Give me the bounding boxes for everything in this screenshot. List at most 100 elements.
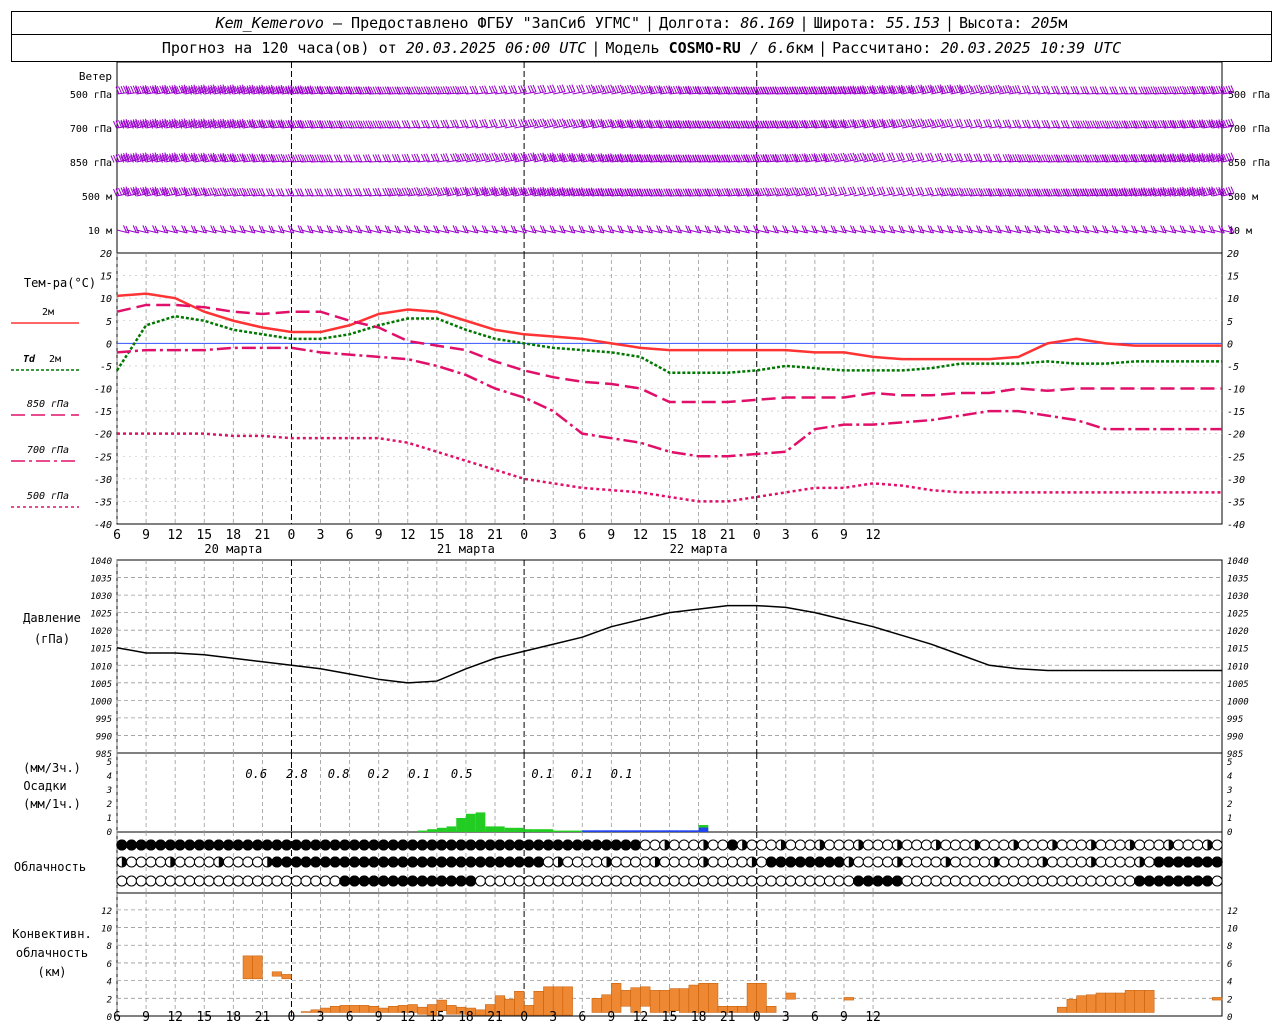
temp-tick-left: 10	[100, 294, 112, 305]
pressure-tick-right: 1020	[1227, 627, 1249, 637]
cloud-symbol	[1046, 875, 1058, 887]
cloud-symbol	[872, 856, 884, 868]
cloud-symbol-full	[300, 856, 312, 868]
wind-barb-feather	[597, 119, 602, 127]
hour-tick-label: 3	[549, 528, 557, 543]
cloud-symbol	[1066, 856, 1078, 868]
hour-tick-label-bottom: 3	[317, 1010, 325, 1024]
cloud-symbol-full	[1192, 875, 1204, 887]
wind-barb-feather	[471, 153, 476, 161]
cloud-symbol	[833, 875, 845, 887]
wind-barb-feather	[895, 187, 900, 195]
cloud-symbol	[649, 839, 661, 851]
wind-barb-feather	[915, 153, 920, 161]
wind-barb-feather	[908, 187, 913, 195]
cloud-symbol	[785, 875, 797, 887]
cloud-symbol	[232, 856, 244, 868]
cloud-symbol-full	[484, 839, 496, 851]
precip-total-label: 0.8	[328, 767, 350, 781]
cloud-symbol	[814, 875, 826, 887]
precip-bar-rain	[524, 829, 534, 832]
wind-barb-feather	[498, 85, 503, 94]
temp-tick-right: -35	[1227, 497, 1245, 508]
pressure-tick-left: 1015	[90, 645, 112, 655]
cloud-symbol	[145, 856, 157, 868]
cloud-symbol	[717, 856, 729, 868]
calc-time: 20.03.2025 10:39 UTC	[940, 39, 1122, 57]
wind-barb-feather	[595, 85, 600, 93]
wind-barb-feather	[581, 84, 586, 92]
precip-bar-snow	[621, 830, 631, 832]
wind-barb-feather	[501, 85, 505, 93]
cloud-symbol-full	[523, 839, 535, 851]
precip-bar-rain	[562, 830, 573, 832]
cloud-symbol	[290, 875, 302, 887]
model-res-unit: км	[795, 39, 814, 57]
hour-tick-label-bottom: 12	[167, 1010, 183, 1024]
cloud-symbol	[329, 875, 341, 887]
wind-barb-feather	[510, 85, 515, 93]
wind-barb-feather	[879, 186, 884, 195]
wind-barb-feather	[920, 186, 925, 195]
wind-barb-feather	[895, 119, 900, 127]
wind-barb-feather	[566, 119, 571, 127]
pressure-tick-left: 1040	[90, 557, 112, 567]
wind-barb-feather	[503, 118, 508, 127]
wind-barb-feather	[828, 187, 833, 195]
cloud-symbol-full	[387, 856, 399, 868]
convective-bar	[417, 1006, 428, 1015]
hour-tick-label-bottom: 0	[753, 1010, 761, 1024]
cloud-symbol	[1066, 875, 1078, 887]
cloud-symbol	[1124, 875, 1136, 887]
conv-tick-left: 6	[107, 960, 112, 970]
cloud-symbol	[736, 856, 748, 868]
cloud-symbol-full	[504, 839, 516, 851]
cloud-symbol	[242, 856, 254, 868]
cloud-symbol-full	[164, 839, 176, 851]
cloud-symbol-full	[445, 839, 457, 851]
wind-barb-feather	[561, 84, 566, 92]
wind-barb-feather	[920, 152, 925, 160]
cloud-symbol	[1114, 856, 1126, 868]
temp-tick-right: -40	[1227, 520, 1245, 531]
cloud-symbol	[222, 875, 234, 887]
cloud-symbol	[135, 856, 147, 868]
wind-barb-feather	[879, 119, 884, 127]
precip-title: Осадки	[23, 779, 66, 793]
wind-barb-feather	[944, 119, 949, 127]
cloud-symbol-full	[833, 856, 845, 868]
cloud-symbol-full	[378, 839, 390, 851]
convective-bar	[843, 997, 854, 1001]
cloud-symbol	[252, 856, 264, 868]
forecast-start: 20.03.2025 06:00 UTC	[405, 39, 587, 57]
precip-total-label: 0.6	[245, 767, 267, 781]
wind-level-label: 500 гПа	[70, 90, 112, 101]
cloud-symbol	[678, 856, 690, 868]
pressure-tick-left: 1000	[90, 697, 112, 707]
precip-bar-snow	[611, 830, 622, 832]
conv-title2: облачность	[16, 946, 88, 960]
precip-total-label: 0.1	[571, 767, 593, 781]
hour-tick-label-bottom: 3	[782, 1010, 790, 1024]
cloud-symbol-full	[184, 839, 196, 851]
wind-barb-feather	[607, 119, 612, 127]
wind-barb-feather	[968, 153, 973, 161]
cloud-symbol-full	[348, 839, 360, 851]
cloud-symbol	[1066, 839, 1078, 851]
cloud-symbol	[1056, 839, 1068, 851]
cloud-symbol-full	[1163, 856, 1175, 868]
wind-barb-feather	[905, 119, 910, 127]
forecast-label: Прогноз на 120 часа(ов) от	[161, 39, 397, 57]
cloud-symbol	[765, 839, 777, 851]
temp-tick-left: 0	[106, 339, 112, 350]
cloud-symbol-full	[155, 839, 167, 851]
wind-barb-feather	[1026, 85, 1031, 93]
wind-barb-feather	[937, 118, 942, 127]
wind-barb-feather	[968, 118, 973, 127]
convective-bar	[669, 988, 680, 1011]
hour-tick-label: 9	[142, 528, 150, 543]
wind-barb-feather	[559, 84, 564, 93]
wind-barb-feather	[445, 153, 450, 161]
precip-tick-left: 4	[107, 772, 112, 782]
convective-bar	[640, 986, 651, 1007]
